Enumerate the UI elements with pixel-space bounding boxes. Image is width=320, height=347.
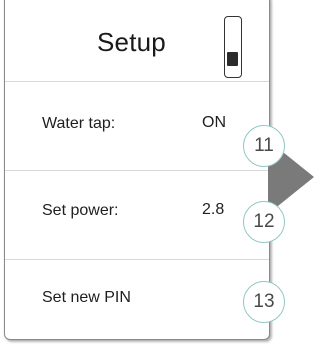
scroll-thumb[interactable] bbox=[227, 52, 238, 66]
menu-item-label: Set power: bbox=[42, 202, 119, 219]
callout-badge-11: 11 bbox=[243, 125, 285, 167]
menu-item-set-new-pin[interactable]: Set new PIN bbox=[5, 260, 269, 347]
callout-badge-12: 12 bbox=[243, 201, 285, 243]
menu-item-label: Set new PIN bbox=[42, 289, 131, 306]
callout-badge-13: 13 bbox=[243, 281, 285, 323]
menu-item-set-power[interactable]: Set power: 2.8 bbox=[5, 171, 269, 260]
menu-item-value: 2.8 bbox=[202, 201, 225, 218]
scroll-indicator-icon[interactable] bbox=[224, 16, 242, 78]
menu-item-value: ON bbox=[202, 114, 226, 131]
menu-item-water-tap[interactable]: Water tap: ON bbox=[5, 82, 269, 171]
setup-screen-panel: Setup Water tap: ON Set power: 2.8 Set n… bbox=[4, 0, 270, 340]
menu-item-label: Water tap: bbox=[42, 115, 116, 132]
screen-header: Setup bbox=[5, 1, 269, 82]
manual-illustration: Setup Water tap: ON Set power: 2.8 Set n… bbox=[0, 0, 314, 347]
page-title: Setup bbox=[97, 27, 166, 57]
